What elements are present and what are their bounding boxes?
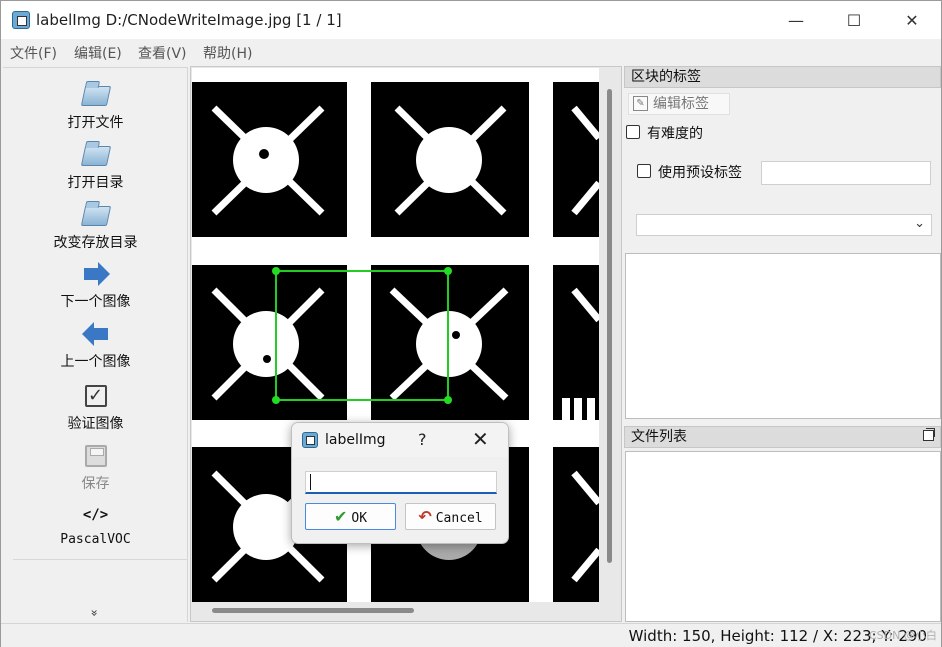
open-file-button[interactable]: 打开文件 <box>3 80 188 132</box>
arrow-left-icon <box>81 319 111 349</box>
tile <box>371 82 529 237</box>
open-dir-label: 打开目录 <box>67 175 124 191</box>
menu-bar: 文件(F) 编辑(E) 查看(V) 帮助(H) <box>1 39 941 65</box>
cancel-button[interactable]: ↶ Cancel <box>405 503 496 530</box>
default-label-input[interactable] <box>761 161 931 185</box>
menu-file[interactable]: 文件(F) <box>10 43 57 63</box>
box-labels-dock-title: 区块的标签 <box>624 66 941 88</box>
change-save-dir-label: 改变存放目录 <box>53 235 138 251</box>
left-toolbar: 打开文件 打开目录 改变存放目录 下一个图像 上一个图像 ✓ 验证图像 保存 <… <box>3 67 188 622</box>
prev-image-label: 上一个图像 <box>60 354 131 370</box>
folder-save-icon <box>80 200 111 230</box>
format-label: PascalVOC <box>60 532 131 547</box>
toolbar-divider <box>13 559 188 560</box>
prev-image-button[interactable]: 上一个图像 <box>3 319 188 371</box>
ok-label: OK <box>351 511 368 526</box>
difficult-checkbox[interactable] <box>626 125 640 139</box>
label-combobox[interactable]: ⌄ <box>636 214 932 236</box>
bbox-handle <box>272 396 280 404</box>
window-title: labelImg D:/CNodeWriteImage.jpg [1 / 1] <box>36 11 342 29</box>
arrow-right-icon <box>81 259 111 289</box>
maximize-button[interactable]: ☐ <box>825 1 883 39</box>
change-save-dir-button[interactable]: 改变存放目录 <box>3 200 188 252</box>
undo-arrow-icon: ↶ <box>418 507 432 526</box>
use-default-label-checkbox[interactable] <box>637 164 651 178</box>
tile <box>553 447 599 602</box>
file-list-dock-title: 文件列表 <box>624 426 941 448</box>
save-label: 保存 <box>81 476 110 492</box>
edit-label-text: 编辑标签 <box>653 96 709 112</box>
floppy-disk-icon <box>81 441 111 471</box>
next-image-button[interactable]: 下一个图像 <box>3 259 188 311</box>
file-list-title: 文件列表 <box>631 429 687 445</box>
code-icon: </> <box>82 507 109 523</box>
folder-open-icon <box>80 80 111 110</box>
difficult-label: 有难度的 <box>647 126 703 142</box>
use-default-label-label: 使用预设标签 <box>658 165 742 181</box>
main-window: labelImg D:/CNodeWriteImage.jpg [1 / 1] … <box>0 0 942 647</box>
menu-help[interactable]: 帮助(H) <box>203 43 252 63</box>
toolbar-expand-icon[interactable]: » <box>88 609 102 616</box>
bbox-handle <box>272 267 280 275</box>
menu-edit[interactable]: 编辑(E) <box>74 43 122 63</box>
bbox-handle <box>444 396 452 404</box>
tile <box>192 265 347 420</box>
checkbox-icon: ✓ <box>81 381 111 411</box>
open-file-label: 打开文件 <box>67 115 124 131</box>
verify-image-label: 验证图像 <box>67 416 124 432</box>
edit-pencil-icon: ✎ <box>633 96 648 111</box>
float-dock-icon[interactable] <box>923 428 935 441</box>
text-cursor <box>310 474 316 490</box>
app-icon <box>302 432 318 448</box>
save-button[interactable]: 保存 <box>3 441 188 493</box>
label-input[interactable] <box>305 471 497 494</box>
watermark: CSDN @小白 <box>869 629 937 642</box>
bbox-handle <box>444 267 452 275</box>
vertical-scrollbar[interactable] <box>607 89 612 563</box>
title-bar: labelImg D:/CNodeWriteImage.jpg [1 / 1] … <box>1 1 941 39</box>
minimize-button[interactable]: — <box>767 1 825 39</box>
tile <box>192 82 347 237</box>
cancel-label: Cancel <box>435 511 483 526</box>
dialog-close-button[interactable]: ✕ <box>472 427 489 451</box>
menu-view[interactable]: 查看(V) <box>138 43 187 63</box>
chevron-down-icon: ⌄ <box>914 216 925 231</box>
close-button[interactable]: ✕ <box>883 1 941 39</box>
tile <box>553 82 599 237</box>
app-icon <box>12 11 30 29</box>
verify-image-button[interactable]: ✓ 验证图像 <box>3 381 188 433</box>
open-dir-button[interactable]: 打开目录 <box>3 140 188 192</box>
folder-icon <box>80 140 111 170</box>
label-dialog: labelImg ? ✕ ✔ OK ↶ Cancel <box>291 422 509 544</box>
horizontal-scrollbar[interactable] <box>212 608 414 613</box>
label-list[interactable] <box>625 253 941 419</box>
dialog-title-bar: labelImg ? ✕ <box>292 423 508 457</box>
checkmark-icon: ✔ <box>333 507 348 526</box>
help-button[interactable]: ? <box>418 430 427 449</box>
dialog-title: labelImg <box>325 432 386 448</box>
edit-label-button[interactable]: ✎ 编辑标签 <box>628 93 730 115</box>
format-button[interactable]: </> PascalVOC <box>3 500 188 547</box>
next-image-label: 下一个图像 <box>60 294 131 310</box>
ok-button[interactable]: ✔ OK <box>305 503 396 530</box>
file-list[interactable] <box>625 451 941 622</box>
tile <box>553 265 599 420</box>
right-dock: 区块的标签 ✎ 编辑标签 有难度的 使用预设标签 ⌄ 文件列表 <box>624 66 941 622</box>
status-bar: Width: 150, Height: 112 / X: 223; Y: 290 <box>1 623 941 647</box>
